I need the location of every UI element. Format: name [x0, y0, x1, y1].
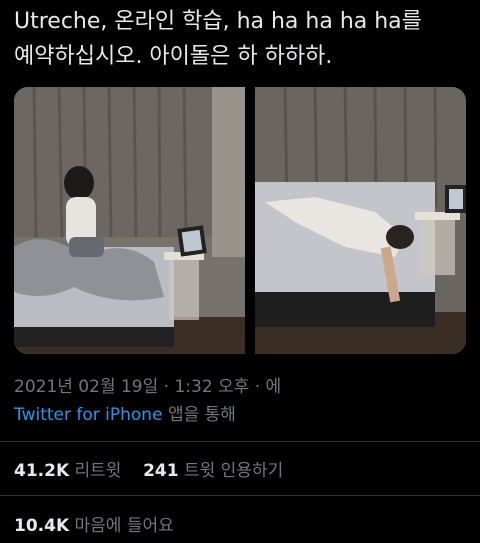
tweet-media — [14, 87, 466, 354]
quotes-label[interactable]: 트윗 인용하기 — [184, 461, 283, 481]
likes-count[interactable]: 10.4K — [14, 516, 69, 536]
divider — [0, 441, 480, 442]
divider — [0, 495, 480, 496]
photo-right-image — [255, 87, 466, 354]
source-suffix: 앱을 통해 — [162, 405, 236, 425]
tweet-source: Twitter for iPhone 앱을 통해 — [14, 400, 236, 425]
retweets-label[interactable]: 리트윗 — [75, 461, 122, 481]
like-stats: 10.4K 마음에 들어요 — [14, 511, 174, 536]
photo-right[interactable] — [255, 87, 466, 354]
photo-left[interactable] — [14, 87, 245, 354]
quotes-count[interactable]: 241 — [143, 461, 179, 481]
likes-label[interactable]: 마음에 들어요 — [75, 516, 174, 536]
tweet-text: Utreche, 온라인 학습, ha ha ha ha ha를 예약하십시오.… — [14, 4, 469, 74]
source-link[interactable]: Twitter for iPhone — [14, 405, 163, 425]
photo-left-image — [14, 87, 245, 354]
retweet-stats: 41.2K 리트윗 241 트윗 인용하기 — [14, 456, 283, 481]
retweets-count[interactable]: 41.2K — [14, 461, 69, 481]
tweet-timestamp[interactable]: 2021년 02월 19일 · 1:32 오후 · 에 — [14, 372, 281, 397]
tweet-text-line-1: Utreche, 온라인 학습, ha ha ha ha ha를 — [14, 9, 422, 34]
tweet-text-line-2: 예약하십시오. 아이돌은 하 하하하. — [14, 44, 333, 69]
